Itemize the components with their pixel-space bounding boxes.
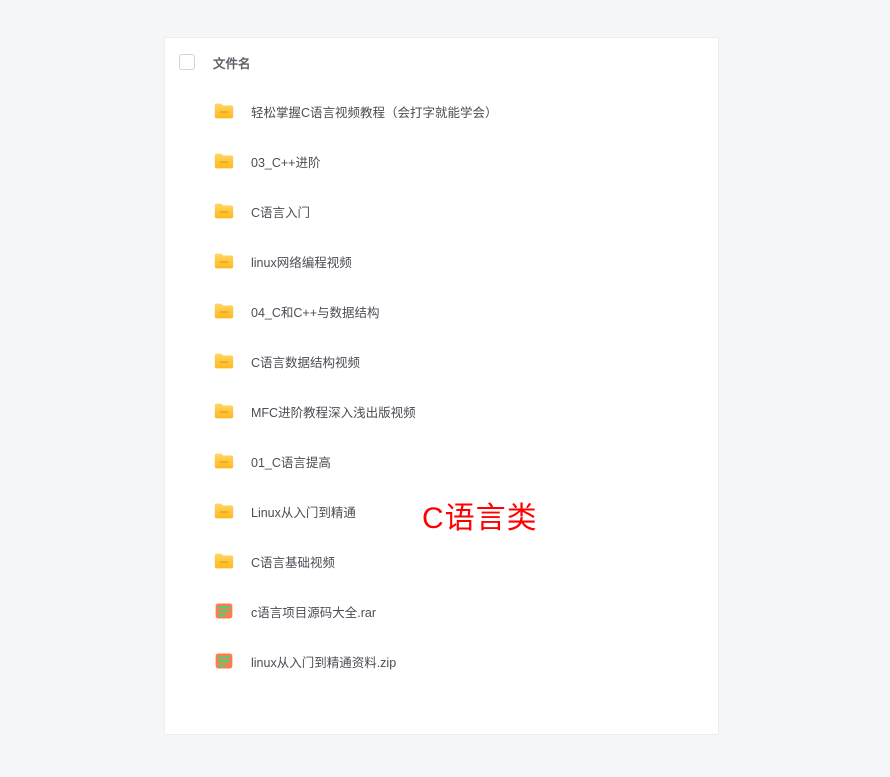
file-name-label: 01_C语言提高 <box>251 452 331 471</box>
file-name-label: linux从入门到精通资料.zip <box>251 652 396 671</box>
list-item[interactable]: 01_C语言提高 <box>165 436 718 486</box>
file-name-label: C语言数据结构视频 <box>251 352 360 371</box>
file-list-panel: 文件名 轻松掌握C语言视频教程（会打字就能学会） 03_C++进阶 C语言入门 … <box>164 37 719 735</box>
folder-icon <box>213 300 235 322</box>
file-name-label: Linux从入门到精通 <box>251 502 356 521</box>
file-name-label: 03_C++进阶 <box>251 152 320 171</box>
folder-icon <box>213 400 235 422</box>
file-name-label: MFC进阶教程深入浅出版视频 <box>251 402 416 421</box>
list-item[interactable]: C语言数据结构视频 <box>165 336 718 386</box>
list-item[interactable]: C语言入门 <box>165 186 718 236</box>
folder-icon <box>213 150 235 172</box>
folder-icon <box>213 250 235 272</box>
folder-icon <box>213 350 235 372</box>
list-item[interactable]: 04_C和C++与数据结构 <box>165 286 718 336</box>
file-name-label: 04_C和C++与数据结构 <box>251 302 380 321</box>
file-name-label: 轻松掌握C语言视频教程（会打字就能学会） <box>251 102 498 121</box>
column-header-name: 文件名 <box>213 53 251 72</box>
folder-icon <box>213 450 235 472</box>
folder-icon <box>213 100 235 122</box>
file-name-label: c语言项目源码大全.rar <box>251 602 376 621</box>
list-item[interactable]: linux从入门到精通资料.zip <box>165 636 718 686</box>
file-name-label: linux网络编程视频 <box>251 252 352 271</box>
folder-icon <box>213 200 235 222</box>
folder-icon <box>213 550 235 572</box>
annotation-label: C语言类 <box>422 493 538 537</box>
file-name-label: C语言基础视频 <box>251 552 335 571</box>
file-name-label: C语言入门 <box>251 202 310 221</box>
header-row: 文件名 <box>165 38 718 86</box>
list-item[interactable]: C语言基础视频 <box>165 536 718 586</box>
list-item[interactable]: MFC进阶教程深入浅出版视频 <box>165 386 718 436</box>
list-item[interactable]: 03_C++进阶 <box>165 136 718 186</box>
list-item[interactable]: 轻松掌握C语言视频教程（会打字就能学会） <box>165 86 718 136</box>
list-item[interactable]: c语言项目源码大全.rar <box>165 586 718 636</box>
select-all-checkbox[interactable] <box>179 54 195 70</box>
list-item[interactable]: linux网络编程视频 <box>165 236 718 286</box>
archive-icon <box>213 600 235 622</box>
folder-icon <box>213 500 235 522</box>
archive-icon <box>213 650 235 672</box>
